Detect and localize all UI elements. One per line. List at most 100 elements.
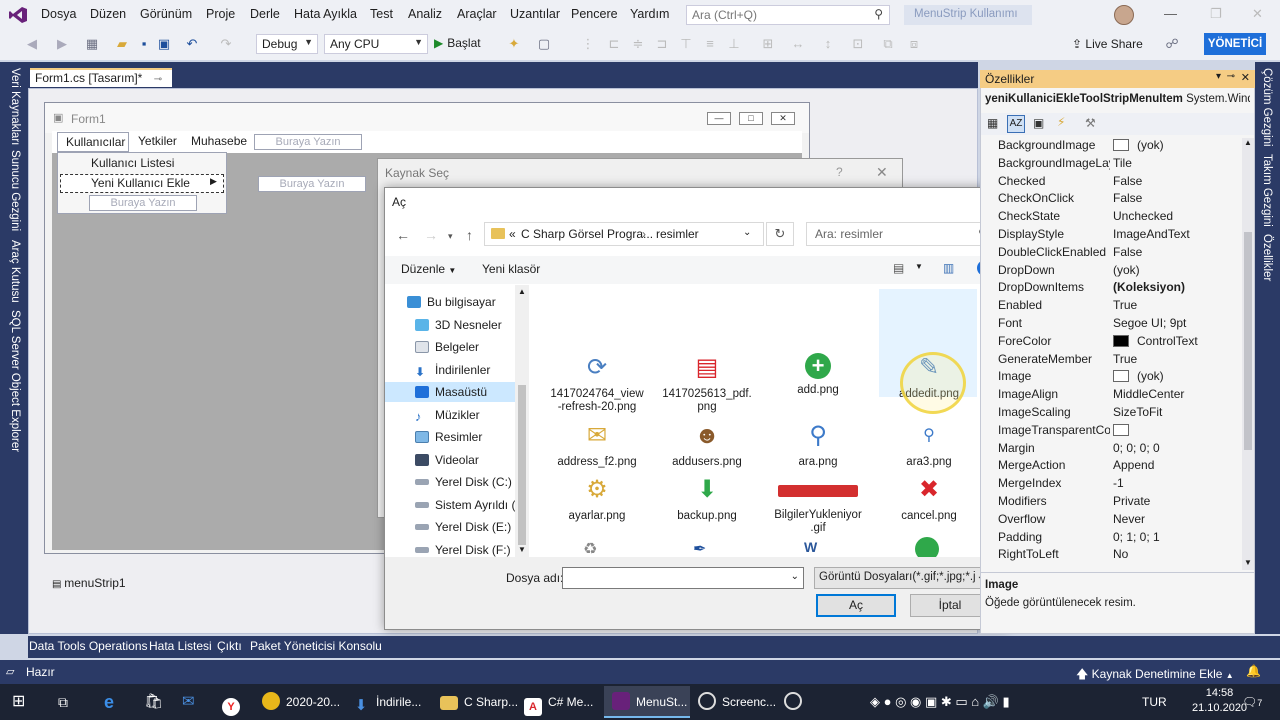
menu-tools[interactable]: Araçlar [457, 7, 497, 21]
taskbar-pdf[interactable]: A C# Me... [524, 686, 593, 718]
type-here-menubar[interactable]: Buraya Yazın [254, 134, 362, 150]
scroll-thumb[interactable] [518, 385, 526, 545]
property-value[interactable]: Unchecked [1113, 209, 1243, 223]
property-value[interactable]: True [1113, 352, 1243, 366]
properties-scrollbar[interactable]: ▲ ▼ [1242, 138, 1254, 570]
vspacing-icon[interactable]: ↕ [820, 36, 836, 52]
back-nav-icon[interactable]: ◀ [24, 36, 40, 52]
property-value[interactable]: (yok) [1113, 369, 1243, 383]
property-name[interactable]: Checked [998, 174, 1110, 188]
menu-build[interactable]: Derle [250, 7, 280, 21]
property-value[interactable]: False [1113, 174, 1243, 188]
scroll-thumb[interactable] [1244, 232, 1252, 450]
store-icon[interactable]: 🛍 [144, 686, 163, 718]
menu-window[interactable]: Pencere [571, 7, 618, 21]
property-pages-icon[interactable]: ⚒ [1085, 116, 1096, 130]
property-name[interactable]: CheckState [998, 209, 1110, 223]
taskbar-folder[interactable]: C Sharp... [440, 686, 518, 718]
property-value[interactable]: True [1113, 298, 1243, 312]
refresh-icon[interactable]: ↻ [766, 222, 794, 246]
menu-view[interactable]: Görünüm [140, 7, 192, 21]
menu-analyze[interactable]: Analiz [408, 7, 442, 21]
maximize-icon[interactable]: ❐ [1210, 6, 1222, 22]
address-current[interactable]: resimler [656, 227, 699, 241]
browser-link-icon[interactable]: ▢ [536, 36, 552, 52]
user-avatar[interactable] [1114, 5, 1134, 25]
up-arrow-icon[interactable]: ↑ [466, 227, 473, 243]
open-folder-icon[interactable]: ▰ [114, 36, 130, 52]
close-icon[interactable]: ✕ [1252, 6, 1263, 22]
item-yeni-kullanici-ekle[interactable]: Yeni Kullanıcı Ekle [91, 176, 190, 190]
strip-data-sources[interactable]: Veri Kaynakları [9, 68, 21, 145]
help-icon[interactable]: ? [836, 165, 843, 179]
menu-debug[interactable]: Hata Ayıkla [294, 7, 357, 21]
file-item[interactable]: ☻ addusers.png [653, 421, 761, 469]
property-value[interactable]: Tile [1113, 156, 1243, 170]
align-top-icon[interactable]: ⊤ [678, 36, 694, 52]
align-right-icon[interactable]: ⊐ [654, 36, 670, 52]
property-value[interactable]: (yok) [1113, 138, 1243, 152]
menu-edit[interactable]: Düzen [90, 7, 126, 21]
bring-front-icon[interactable]: ⧉ [880, 36, 896, 52]
property-name[interactable]: BackgroundImageLayout [998, 156, 1110, 170]
taskbar-screencast[interactable]: Screenc... [698, 686, 776, 718]
taskbar-recorder[interactable] [784, 686, 808, 718]
property-name[interactable]: DoubleClickEnabled [998, 245, 1110, 259]
taskbar-visual-studio[interactable]: MenuSt... [604, 686, 690, 718]
mail-icon[interactable]: ✉ [182, 686, 195, 718]
tab-output[interactable]: Çıktı [217, 639, 242, 653]
close-icon[interactable]: ✕ [1241, 71, 1250, 84]
file-item[interactable]: ✉ address_f2.png [543, 421, 651, 469]
visual-studio-logo-icon[interactable] [8, 6, 28, 24]
edge-icon[interactable]: e [104, 686, 114, 718]
property-value[interactable]: 0; 0; 0; 0 [1113, 441, 1243, 455]
strip-server-explorer[interactable]: Sunucu Gezgini [9, 150, 21, 231]
tree-scrollbar[interactable]: ▲ ▼ [515, 285, 529, 557]
alphabetical-icon[interactable]: AZ [1007, 115, 1025, 133]
file-item[interactable]: ⟳ 1417024764_view -refresh-20.png [543, 353, 651, 414]
view-options-icon[interactable]: ▤ [893, 261, 904, 275]
property-name[interactable]: Modifiers [998, 494, 1110, 508]
property-name[interactable]: Font [998, 316, 1110, 330]
tab-form1-designer[interactable]: Form1.cs [Tasarım]* ⊸ ✕ [30, 68, 172, 99]
property-name[interactable]: ForeColor [998, 334, 1110, 348]
property-value[interactable]: Append [1113, 458, 1243, 472]
vs-search-input[interactable]: Ara (Ctrl+Q) ⚲ [686, 5, 890, 25]
type-here-dropdown[interactable]: Buraya Yazın [89, 195, 197, 211]
chevron-down-icon[interactable]: ▼ [915, 262, 923, 271]
scroll-up-icon[interactable]: ▲ [518, 287, 526, 296]
scroll-down-icon[interactable]: ▼ [518, 545, 526, 554]
properties-object-selector[interactable]: yeniKullaniciEkleToolStripMenuItem Syste… [985, 93, 1250, 105]
property-value[interactable]: SizeToFit [1113, 405, 1243, 419]
property-name[interactable]: MergeIndex [998, 476, 1110, 490]
file-item[interactable]: ⬇ backup.png [653, 475, 761, 523]
tree-disk-d[interactable]: Sistem Ayrıldı (D [415, 495, 531, 515]
file-item[interactable]: ✖ cancel.png [875, 475, 983, 523]
task-view-icon[interactable]: ⧉ [58, 686, 68, 718]
strip-toolbox[interactable]: Araç Kutusu [9, 240, 21, 303]
events-icon[interactable]: ⚡ [1057, 115, 1065, 129]
start-button[interactable]: ▶ Başlat [434, 36, 481, 50]
property-value[interactable]: False [1113, 245, 1243, 259]
align-bottom-icon[interactable]: ⊥ [726, 36, 742, 52]
input-language[interactable]: TUR [1142, 686, 1167, 718]
scroll-up-icon[interactable]: ▲ [1244, 138, 1252, 147]
file-item[interactable]: ⚲ ara3.png [875, 421, 983, 469]
property-value[interactable]: Never [1113, 512, 1243, 526]
save-icon[interactable]: ▪ [136, 36, 152, 52]
address-bar[interactable]: « C Sharp Görsel Progra... › resimler ⌄ [484, 222, 764, 246]
component-tray-menustrip[interactable]: ▤ menuStrip1 [52, 576, 126, 590]
property-name[interactable]: ImageAlign [998, 387, 1110, 401]
send-back-icon[interactable]: ⧈ [906, 36, 922, 52]
property-name[interactable]: Enabled [998, 298, 1110, 312]
menu-extensions[interactable]: Uzantılar [510, 7, 560, 21]
property-name[interactable]: Margin [998, 441, 1110, 455]
dropdown-icon[interactable]: ▾ [1216, 71, 1221, 82]
property-value[interactable]: ImageAndText [1113, 227, 1243, 241]
live-share-button[interactable]: ⇪ Live Share [1072, 37, 1143, 51]
preview-pane-icon[interactable]: ▥ [943, 261, 954, 275]
menu-yetkiler[interactable]: Yetkiler [138, 134, 177, 148]
organize-button[interactable]: Düzenle ▼ [401, 262, 456, 276]
forward-arrow-icon[interactable]: → [424, 227, 438, 243]
file-item[interactable]: ⚙ ayarlar.png [543, 475, 651, 523]
